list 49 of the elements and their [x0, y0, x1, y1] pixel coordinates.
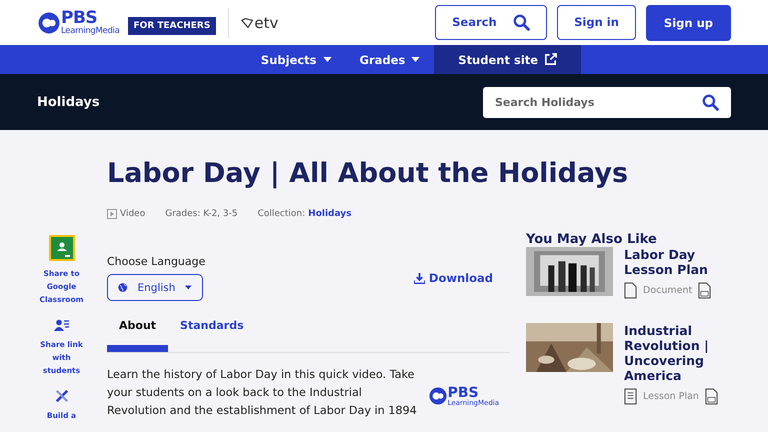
sign-up-button[interactable]: Sign up	[646, 4, 731, 40]
partner-logo-text[interactable]: etv	[254, 14, 278, 32]
nav-link[interactable]: Subjects	[246, 45, 346, 74]
collection-search-field[interactable]: Search Holidays	[483, 86, 731, 118]
description-line: your students on a look back to the Industrial	[107, 385, 363, 401]
nav-link[interactable]: Grades	[346, 45, 434, 74]
sign-in-button[interactable]: Sign in	[557, 4, 636, 40]
collection-title[interactable]: Holidays	[37, 94, 100, 110]
search-icon	[513, 14, 530, 30]
pbs-logo-icon	[428, 387, 447, 405]
file-icon	[698, 282, 712, 299]
caret-icon	[185, 285, 192, 290]
language-dropdown[interactable]: English	[107, 274, 203, 301]
page-title: Labor Day | All About the Holidays	[107, 157, 630, 191]
caret-icon	[411, 57, 420, 62]
document-icon	[624, 282, 637, 299]
related-title-link[interactable]: Labor Day Lesson Plan	[624, 247, 724, 277]
nav-link[interactable]: Student site	[434, 45, 582, 74]
download-link[interactable]: Download	[414, 271, 493, 285]
provider-logo-text: PBS	[448, 386, 479, 400]
media-type: Video	[120, 209, 146, 219]
language-label: Choose Language	[107, 255, 206, 268]
search-icon	[702, 94, 719, 110]
list-document-icon	[624, 388, 637, 405]
collection-link[interactable]: Holidays	[308, 209, 352, 219]
classroom-icon[interactable]	[48, 235, 74, 261]
related-heading: You May Also Like	[526, 233, 658, 247]
caret-icon	[322, 57, 332, 62]
resource-type: Document	[643, 285, 692, 296]
globe-icon	[118, 281, 128, 294]
share-user-icon[interactable]	[54, 318, 70, 332]
file-icon	[704, 388, 718, 405]
video-icon	[107, 209, 117, 219]
logo-text[interactable]: PBS	[61, 10, 120, 27]
external-link-icon	[544, 53, 558, 66]
description-line: Learn the history of Labor Day in this quick video. Take	[107, 367, 416, 383]
pbs-logo-icon	[38, 12, 60, 34]
audience-badge: FOR TEACHERS	[128, 16, 216, 34]
description-line: Revolution and the establishment of Labor Day in 1894	[107, 403, 417, 419]
resource-type: Lesson Plan	[643, 391, 699, 402]
grades-text: Grades: K-2, 3-5	[165, 209, 238, 219]
collection-label: Collection:	[258, 209, 306, 219]
download-icon	[414, 272, 425, 284]
tab[interactable]: About	[107, 315, 168, 352]
logo-subtitle: LearningMedia	[61, 26, 120, 36]
tab[interactable]: Standards	[168, 315, 256, 352]
search-button[interactable]: Search	[435, 4, 548, 40]
related-title-link[interactable]: Industrial Revolution | Uncovering America	[624, 323, 724, 383]
state-outline-icon	[241, 16, 256, 28]
